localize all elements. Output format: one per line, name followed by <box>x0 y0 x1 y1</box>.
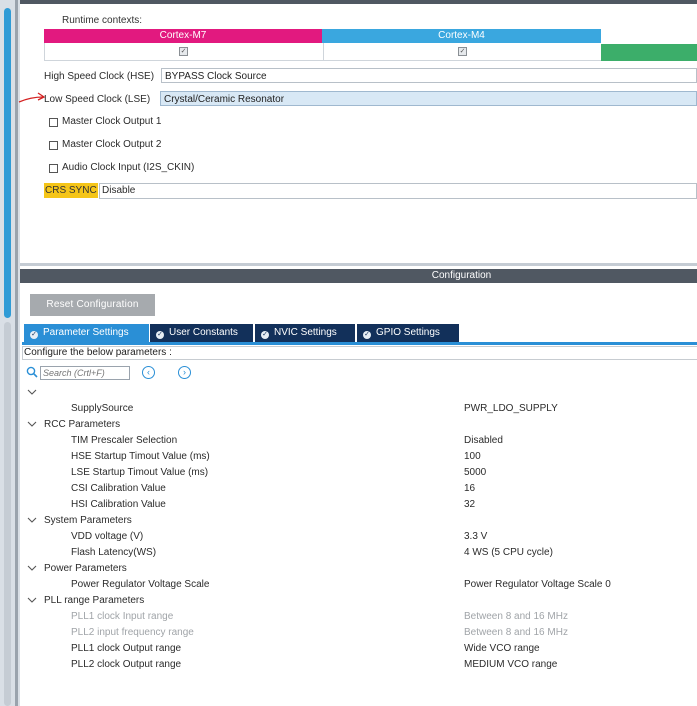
param-value: Between 8 and 16 MHz <box>464 611 568 622</box>
tab-label: Parameter Settings <box>43 327 129 338</box>
tab-underline <box>22 342 697 345</box>
mco1-checkbox[interactable] <box>49 118 58 127</box>
mode-header-bar <box>20 0 697 4</box>
configuration-header: Configuration <box>20 269 697 283</box>
param-value[interactable]: MEDIUM VCO range <box>464 659 557 670</box>
lse-select[interactable]: Crystal/Ceramic Resonator <box>160 91 697 106</box>
param-name: Flash Latency(WS) <box>71 547 157 558</box>
collapse-chevron-icon[interactable] <box>27 596 37 607</box>
param-name: HSE Startup Timout Value (ms) <box>71 451 210 462</box>
param-value[interactable]: Power Regulator Voltage Scale 0 <box>464 579 611 590</box>
param-name: PLL1 clock Output range <box>71 643 182 654</box>
reset-configuration-button[interactable]: Reset Configuration <box>30 294 155 316</box>
lse-label: Low Speed Clock (LSE) <box>44 94 151 105</box>
param-name: PLL2 clock Output range <box>71 659 182 670</box>
param-value[interactable]: 4 WS (5 CPU cycle) <box>464 547 553 558</box>
param-name: VDD voltage (V) <box>71 531 144 542</box>
tab-parameter-settings[interactable]: ✓ Parameter Settings <box>24 324 149 342</box>
group-header[interactable]: Power Parameters <box>44 563 127 574</box>
param-value: Between 8 and 16 MHz <box>464 627 568 638</box>
param-value[interactable]: PWR_LDO_SUPPLY <box>464 403 558 414</box>
context-cortex-m4: Cortex-M4 <box>322 29 601 43</box>
check-circle-icon: ✓ <box>261 331 269 339</box>
collapse-chevron-icon[interactable] <box>27 516 37 527</box>
hse-select[interactable]: BYPASS Clock Source <box>161 68 697 83</box>
param-name: SupplySource <box>71 403 134 414</box>
tab-gpio-settings[interactable]: ✓ GPIO Settings <box>357 324 459 342</box>
collapse-chevron-icon[interactable] <box>27 420 37 431</box>
context-third-color <box>601 44 697 61</box>
param-value[interactable]: Disabled <box>464 435 503 446</box>
collapse-chevron-icon[interactable] <box>27 564 37 575</box>
param-name: Power Regulator Voltage Scale <box>71 579 210 590</box>
tab-label: User Constants <box>169 327 238 338</box>
search-input[interactable] <box>40 366 130 380</box>
tab-nvic-settings[interactable]: ✓ NVIC Settings <box>255 324 355 342</box>
param-value[interactable]: 5000 <box>464 467 486 478</box>
param-value[interactable]: Wide VCO range <box>464 643 540 654</box>
audio-clock-label: Audio Clock Input (I2S_CKIN) <box>62 162 195 173</box>
param-value[interactable]: 16 <box>464 483 475 494</box>
check-circle-icon: ✓ <box>363 331 371 339</box>
runtime-contexts-label: Runtime contexts: <box>62 15 143 26</box>
tab-label: GPIO Settings <box>376 327 440 338</box>
configure-instructions: Configure the below parameters : <box>22 346 697 360</box>
group-header[interactable]: RCC Parameters <box>44 419 120 430</box>
check-circle-icon: ✓ <box>156 331 164 339</box>
tab-label: NVIC Settings <box>274 327 337 338</box>
group-header[interactable]: System Parameters <box>44 515 132 526</box>
configuration-title: Configuration <box>431 270 492 281</box>
param-value[interactable]: 3.3 V <box>464 531 487 542</box>
panel-border <box>15 0 18 706</box>
crs-sync-select[interactable]: Disable <box>99 183 697 199</box>
param-value[interactable]: 100 <box>464 451 481 462</box>
param-name: PLL2 input frequency range <box>71 627 194 638</box>
cortex-m7-checkbox[interactable]: ✓ <box>179 47 188 56</box>
tab-user-constants[interactable]: ✓ User Constants <box>150 324 253 342</box>
mco1-label: Master Clock Output 1 <box>62 116 162 127</box>
check-circle-icon: ✓ <box>30 331 38 339</box>
left-scrollbar-lower <box>4 322 11 706</box>
mco2-label: Master Clock Output 2 <box>62 139 162 150</box>
param-name: HSI Calibration Value <box>71 499 166 510</box>
left-scrollbar-thumb[interactable] <box>4 8 11 318</box>
param-name: TIM Prescaler Selection <box>71 435 178 446</box>
param-name: PLL1 clock Input range <box>71 611 174 622</box>
mco2-checkbox[interactable] <box>49 141 58 150</box>
previous-result-icon[interactable]: ‹ <box>142 366 155 379</box>
collapse-chevron-icon[interactable] <box>27 388 37 399</box>
cortex-m4-checkbox[interactable]: ✓ <box>458 47 467 56</box>
crs-sync-label: CRS SYNC <box>44 183 98 198</box>
param-value[interactable]: 32 <box>464 499 475 510</box>
next-result-icon[interactable]: › <box>178 366 191 379</box>
context-cortex-m7: Cortex-M7 <box>44 29 322 43</box>
mode-bottom-divider <box>20 263 697 266</box>
search-icon <box>26 366 38 378</box>
param-name: CSI Calibration Value <box>71 483 166 494</box>
group-header[interactable]: PLL range Parameters <box>44 595 144 606</box>
audio-clock-checkbox[interactable] <box>49 164 58 173</box>
hse-label: High Speed Clock (HSE) <box>44 71 155 82</box>
param-name: LSE Startup Timout Value (ms) <box>71 467 209 478</box>
